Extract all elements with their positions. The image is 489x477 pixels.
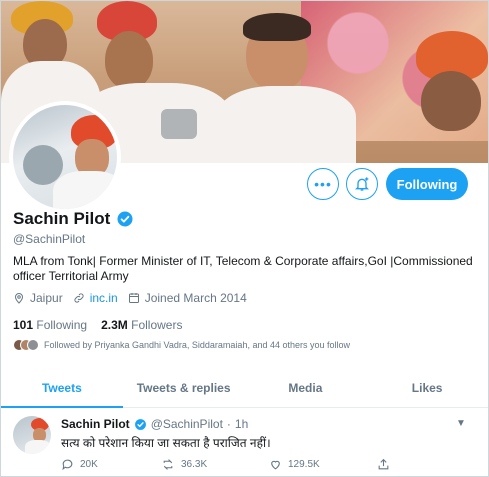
location-pin-icon [14, 293, 24, 304]
tweet-author-name[interactable]: Sachin Pilot [61, 417, 130, 431]
followers-count-link[interactable]: 2.3M Followers [101, 318, 182, 332]
location-text: Jaipur [30, 291, 63, 305]
followed-by-text: Followed by Priyanka Gandhi Vadra, Sidda… [44, 340, 351, 350]
profile-name: Sachin Pilot [13, 209, 111, 228]
profile-meta: Jaipur inc.in Joined March 2014 [13, 291, 253, 305]
tab-tweets[interactable]: Tweets [1, 368, 123, 408]
share-button[interactable] [377, 458, 390, 471]
like-button[interactable]: 129.5K [269, 458, 377, 471]
following-count: 101 [13, 318, 34, 332]
more-horizontal-icon: ••• [314, 176, 332, 192]
profile-tabs: Tweets Tweets & replies Media Likes [1, 368, 488, 408]
notifications-button[interactable] [346, 168, 378, 200]
more-button[interactable]: ••• [307, 168, 339, 200]
profile-counts: 101 Following 2.3M Followers [13, 318, 182, 332]
mini-avatar [27, 339, 39, 351]
following-button[interactable]: Following [386, 168, 468, 200]
profile-handle: @SachinPilot [13, 232, 86, 246]
retweet-count: 36.3K [181, 459, 208, 470]
profile-bio: MLA from Tonk| Former Minister of IT, Te… [13, 254, 473, 283]
share-icon [378, 458, 389, 470]
tab-tweets-replies[interactable]: Tweets & replies [123, 368, 245, 407]
tweet-text: सत्य को परेशान किया जा सकता है पराजित नह… [61, 436, 271, 450]
tweet-separator: · [226, 417, 231, 431]
like-count: 129.5K [288, 459, 320, 470]
tweet-header: Sachin Pilot @SachinPilot · 1h [61, 417, 248, 431]
link-icon [74, 293, 84, 303]
avatar-body [53, 171, 117, 209]
banner-person-face [105, 31, 153, 89]
followers-label: Followers [131, 318, 183, 332]
profile-name-row: Sachin Pilot [13, 209, 134, 229]
retweet-icon [163, 459, 173, 470]
following-label: Following [36, 318, 88, 332]
verified-badge-icon [134, 418, 146, 430]
tab-media[interactable]: Media [245, 368, 367, 407]
joined-item: Joined March 2014 [128, 291, 247, 305]
profile-page: ••• Following Sachin Pilot @SachinPilot … [0, 0, 489, 477]
followers-count: 2.3M [101, 318, 128, 332]
banner-person-hair [243, 13, 311, 41]
website-link[interactable]: inc.in [90, 291, 118, 305]
heart-icon [271, 460, 280, 470]
reply-button[interactable]: 20K [61, 458, 161, 471]
verified-badge-icon [117, 211, 133, 227]
calendar-icon [128, 293, 139, 303]
tab-likes[interactable]: Likes [366, 368, 488, 407]
joined-text: Joined March 2014 [144, 291, 247, 305]
banner-person-face [421, 71, 481, 131]
following-count-link[interactable]: 101 Following [13, 318, 87, 332]
banner-cup [161, 109, 197, 139]
tweet-actions: 20K 36.3K 129.5K [61, 458, 390, 471]
tweet-avatar-body [25, 440, 51, 454]
profile-avatar[interactable] [9, 101, 121, 213]
tweet-time[interactable]: 1h [235, 417, 248, 431]
chevron-down-icon[interactable]: ▼ [456, 418, 466, 429]
retweet-button[interactable]: 36.3K [161, 458, 269, 471]
tweet-author-handle[interactable]: @SachinPilot [151, 417, 223, 431]
bell-plus-icon [355, 177, 369, 191]
location-item: Jaipur [13, 291, 63, 305]
reply-count: 20K [80, 459, 98, 470]
website-item[interactable]: inc.in [73, 291, 118, 305]
banner-person-shirt [216, 86, 356, 163]
reply-icon [62, 459, 73, 471]
tweet-avatar[interactable] [13, 416, 51, 454]
followed-by-avatars [13, 339, 39, 351]
followed-by[interactable]: Followed by Priyanka Gandhi Vadra, Sidda… [13, 339, 350, 351]
